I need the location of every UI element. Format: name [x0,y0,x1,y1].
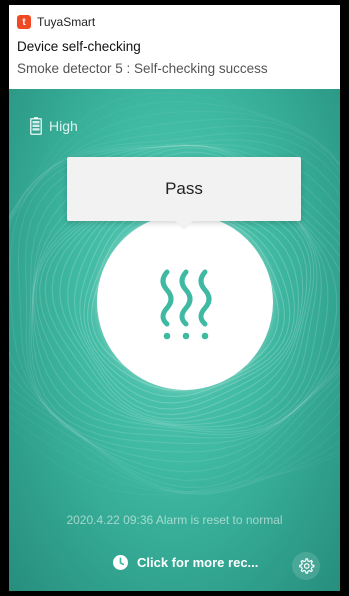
device-status-circle[interactable] [97,214,273,390]
tuya-app-icon: t [17,15,31,29]
battery-level-label: High [49,118,78,134]
battery-icon [30,117,42,135]
smoke-icon [160,269,212,340]
gear-icon [299,558,315,574]
notification-banner[interactable]: t TuyaSmart Device self-checking Smoke d… [9,5,340,89]
app-screen: t TuyaSmart Device self-checking Smoke d… [9,5,340,591]
clock-icon [113,555,128,570]
self-check-result-tooltip: Pass [67,157,301,221]
tooltip-arrow [175,221,193,230]
battery-status: High [30,117,78,135]
alarm-status-text: 2020.4.22 09:36 Alarm is reset to normal [66,513,283,527]
notification-body: Smoke detector 5 : Self-checking success [17,61,268,76]
notification-header: t TuyaSmart [17,14,332,30]
settings-button[interactable] [292,552,320,580]
notification-title: Device self-checking [17,39,141,54]
tooltip-text: Pass [165,179,203,198]
more-records-button[interactable]: Click for more rec... [113,555,258,570]
notification-app-name: TuyaSmart [37,15,96,29]
more-records-label: Click for more rec... [137,555,259,570]
